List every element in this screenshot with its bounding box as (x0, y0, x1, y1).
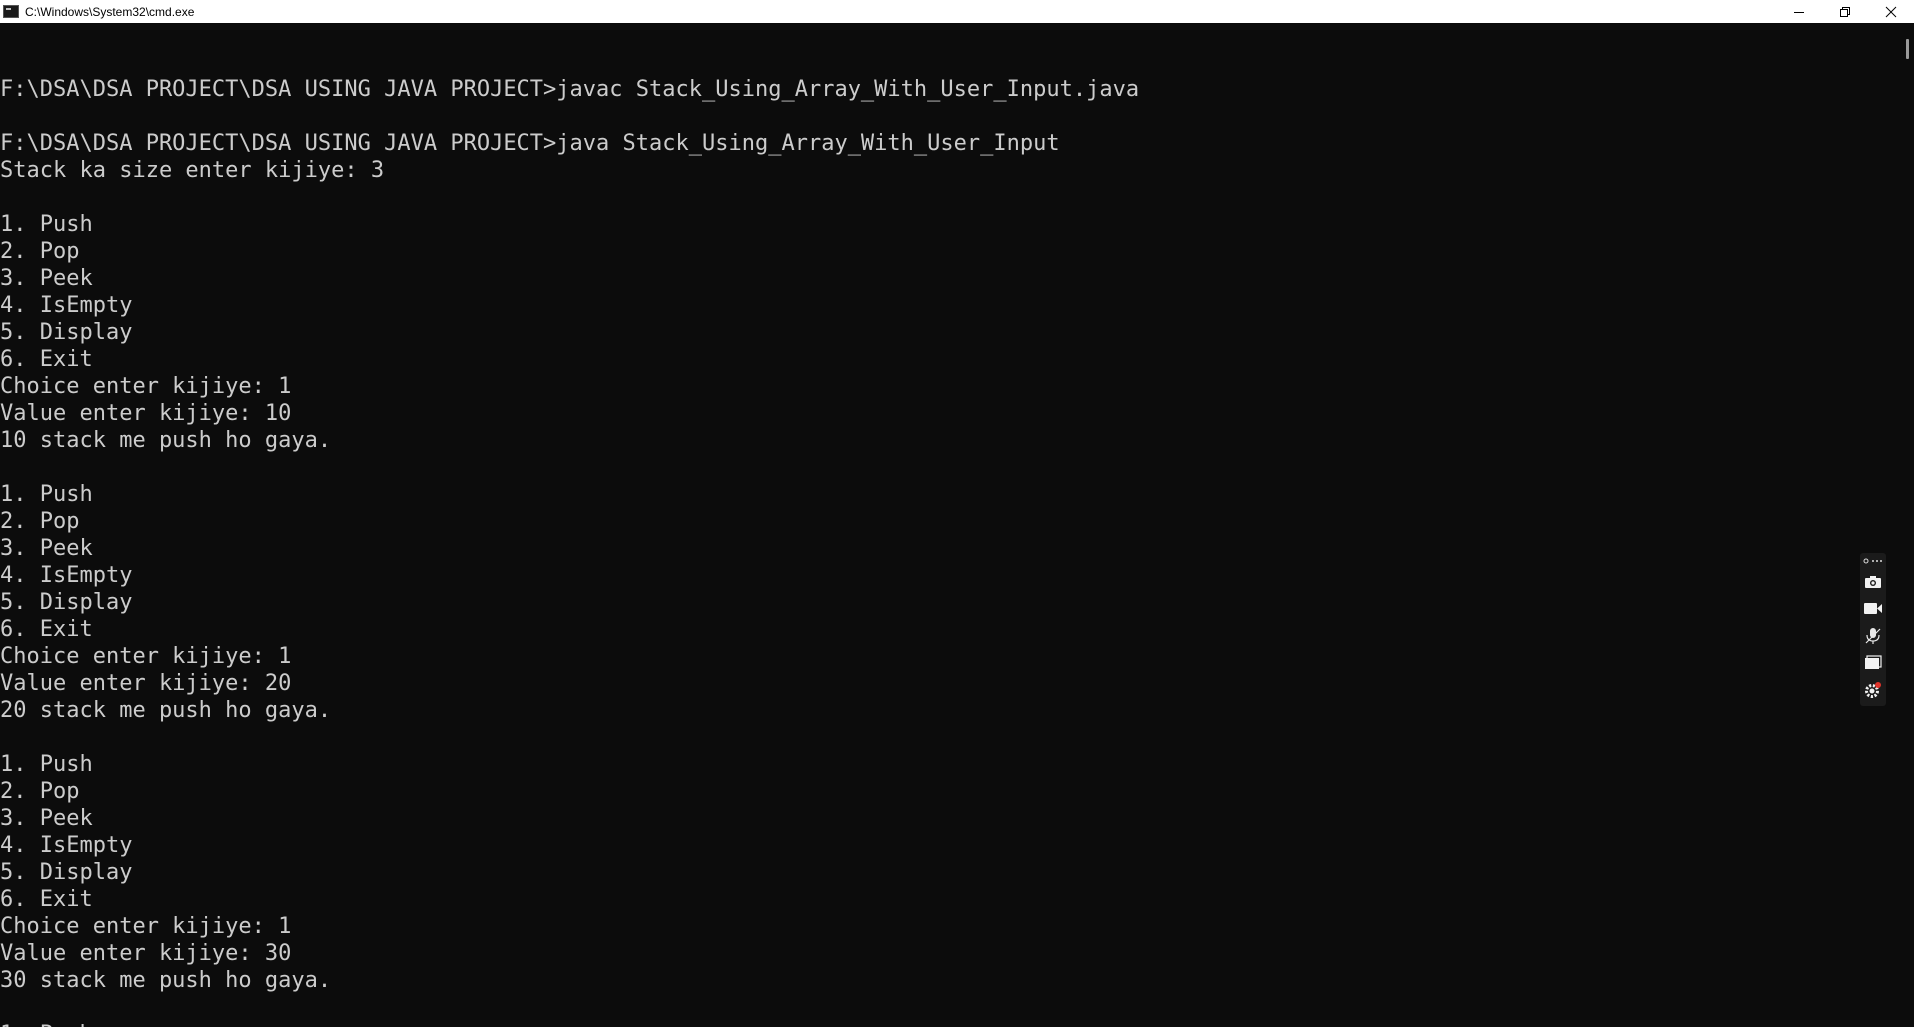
console-line: 2. Pop (0, 509, 80, 534)
console-line: 4. IsEmpty (0, 833, 133, 858)
console-line: 6. Exit (0, 347, 93, 372)
console-lines: F:\DSA\DSA PROJECT\DSA USING JAVA PROJEC… (0, 49, 1139, 1027)
screenshot-button[interactable] (1860, 568, 1886, 595)
console-line: 2. Pop (0, 239, 80, 264)
console-line: F:\DSA\DSA PROJECT\DSA USING JAVA PROJEC… (0, 131, 1060, 156)
console-line: Stack ka size enter kijiye: 3 (0, 158, 385, 183)
vertical-scrollbar[interactable] (1897, 23, 1914, 1027)
console-line: Value enter kijiye: 20 (0, 671, 292, 696)
settings-icon (1863, 681, 1883, 699)
console-line: Choice enter kijiye: 1 (0, 644, 292, 669)
title-bar[interactable]: C:\Windows\System32\cmd.exe (0, 0, 1914, 23)
console-line: Value enter kijiye: 10 (0, 401, 292, 426)
minimize-button[interactable] (1776, 0, 1822, 23)
close-button[interactable] (1868, 0, 1914, 23)
console-output[interactable]: F:\DSA\DSA PROJECT\DSA USING JAVA PROJEC… (0, 23, 1890, 1027)
console-line: 4. IsEmpty (0, 563, 133, 588)
console-line: 5. Display (0, 590, 133, 615)
window-title: C:\Windows\System32\cmd.exe (25, 4, 195, 19)
settings-button[interactable] (1860, 676, 1886, 703)
console-line: 1. Push (0, 212, 93, 237)
cmd-window: C:\Windows\System32\cmd.exe F:\DSA\DSA P… (0, 0, 1914, 1027)
console-line: 3. Peek (0, 266, 93, 291)
microphone-button[interactable] (1860, 622, 1886, 649)
console-line: Choice enter kijiye: 1 (0, 914, 292, 939)
console-line: 30 stack me push ho gaya. (0, 968, 332, 993)
window-controls (1776, 0, 1914, 23)
recorder-toolbar (1860, 553, 1886, 706)
console-line: 2. Pop (0, 779, 80, 804)
minimize-icon (1793, 6, 1805, 18)
console-line: 3. Peek (0, 806, 93, 831)
window-capture-button[interactable] (1860, 649, 1886, 676)
record-video-button[interactable] (1860, 595, 1886, 622)
maximize-button[interactable] (1822, 0, 1868, 23)
console-line: 10 stack me push ho gaya. (0, 428, 332, 453)
console-line: 4. IsEmpty (0, 293, 133, 318)
console-line: 5. Display (0, 320, 133, 345)
scrollbar-thumb[interactable] (1906, 39, 1909, 59)
camera-icon (1864, 575, 1882, 589)
console-line: 6. Exit (0, 887, 93, 912)
console-line: 6. Exit (0, 617, 93, 642)
close-icon (1885, 6, 1897, 18)
console-line: 20 stack me push ho gaya. (0, 698, 332, 723)
microphone-icon (1864, 627, 1882, 645)
console-line: Value enter kijiye: 30 (0, 941, 292, 966)
console-line: 3. Peek (0, 536, 93, 561)
more-icon (1863, 557, 1883, 565)
toolbar-more-button[interactable] (1863, 553, 1883, 568)
console-line: 5. Display (0, 860, 133, 885)
console-line: 1. Push (0, 752, 93, 777)
console-line: Choice enter kijiye: 1 (0, 374, 292, 399)
video-icon (1863, 602, 1883, 615)
cmd-app-icon[interactable] (3, 5, 19, 18)
console-line: 1. Push (0, 482, 93, 507)
restore-icon (1839, 6, 1851, 18)
console-line: 1. Push (0, 1021, 1139, 1027)
window-icon (1864, 655, 1882, 670)
console-line: F:\DSA\DSA PROJECT\DSA USING JAVA PROJEC… (0, 77, 1140, 102)
